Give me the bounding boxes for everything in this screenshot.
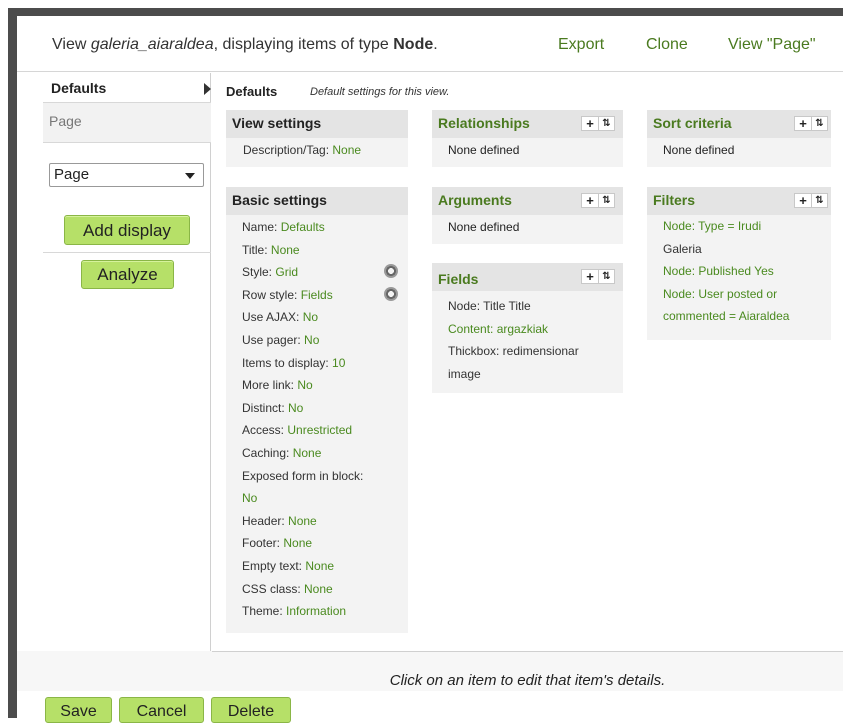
filter-published[interactable]: Node: Published Yes xyxy=(663,260,831,283)
display-type-value: Page xyxy=(54,166,90,183)
add-icon[interactable]: + xyxy=(582,117,599,130)
basic-setting-row[interactable]: Use AJAX: No xyxy=(242,306,408,329)
basic-setting-row[interactable]: No xyxy=(242,487,408,510)
display-sidebar: Defaults Page Page Add display Analyze xyxy=(43,73,211,651)
window-frame-top xyxy=(8,8,843,16)
rearrange-icon[interactable]: ⇅ xyxy=(599,270,614,283)
filter-user-posted[interactable]: Node: User posted or xyxy=(663,283,831,306)
basic-setting-row[interactable]: Row style: Fields xyxy=(242,284,408,307)
relationships-title: Relationships + ⇅ xyxy=(432,110,623,138)
basic-setting-row[interactable]: Theme: Information xyxy=(242,600,408,623)
basic-setting-row[interactable]: Empty text: None xyxy=(242,555,408,578)
analyze-button[interactable]: Analyze xyxy=(81,260,174,289)
filter-node-type-cont[interactable]: Galeria xyxy=(663,238,831,261)
basic-setting-row[interactable]: More link: No xyxy=(242,374,408,397)
rearrange-icon[interactable]: ⇅ xyxy=(812,117,827,130)
gear-icon[interactable] xyxy=(384,264,398,279)
fields-add-rearrange: + ⇅ xyxy=(581,269,615,284)
clone-link[interactable]: Clone xyxy=(646,36,688,54)
description-tag-setting[interactable]: Description/Tag: None xyxy=(243,138,408,162)
basic-setting-row[interactable]: Footer: None xyxy=(242,532,408,555)
sort-criteria-title: Sort criteria + ⇅ xyxy=(647,110,831,138)
tab-page-label: Page xyxy=(49,113,82,129)
settings-panel: Defaults Default settings for this view.… xyxy=(212,73,843,651)
export-link[interactable]: Export xyxy=(558,36,604,54)
sidebar-divider xyxy=(43,252,211,253)
filters-add-rearrange: + ⇅ xyxy=(794,193,828,208)
relationships-none: None defined xyxy=(448,143,520,157)
window-frame-left xyxy=(8,8,17,718)
bottom-bar-left xyxy=(17,651,212,691)
tab-defaults-label: Defaults xyxy=(51,80,107,96)
breadcrumb-title: Defaults xyxy=(226,84,278,99)
fields-box: Fields + ⇅ Node: Title Title Content: ar… xyxy=(432,263,623,393)
basic-setting-row[interactable]: Distinct: No xyxy=(242,397,408,420)
add-display-button[interactable]: Add display xyxy=(64,215,190,245)
add-icon[interactable]: + xyxy=(795,117,812,130)
basic-settings-box: Basic settings Name: Defaults Title: None… xyxy=(226,187,408,633)
view-header: View galeria_aiaraldea, displaying items… xyxy=(17,16,843,72)
view-settings-title: View settings xyxy=(226,110,408,138)
relationships-add-rearrange: + ⇅ xyxy=(581,116,615,131)
basic-setting-row[interactable]: Title: None xyxy=(242,239,408,262)
fields-title: Fields + ⇅ xyxy=(432,263,623,291)
field-thickbox-cont[interactable]: image xyxy=(448,363,623,386)
view-name: galeria_aiaraldea xyxy=(90,36,214,53)
relationships-box: Relationships + ⇅ None defined xyxy=(432,110,623,167)
rearrange-icon[interactable]: ⇅ xyxy=(812,194,827,207)
field-content-argazkiak[interactable]: Content: argazkiak xyxy=(448,318,623,341)
basic-setting-row[interactable]: Exposed form in block: xyxy=(242,465,408,488)
item-type: Node xyxy=(393,36,434,53)
breadcrumb-subtitle: Default settings for this view. xyxy=(310,86,450,98)
sort-criteria-add-rearrange: + ⇅ xyxy=(794,116,828,131)
view-settings-box: View settings Description/Tag: None xyxy=(226,110,408,167)
arguments-add-rearrange: + ⇅ xyxy=(581,193,615,208)
sort-criteria-none: None defined xyxy=(663,143,735,157)
display-type-select[interactable]: Page xyxy=(49,163,204,187)
basic-setting-row[interactable]: Style: Grid xyxy=(242,261,408,284)
basic-setting-row[interactable]: Caching: None xyxy=(242,442,408,465)
delete-button[interactable]: Delete xyxy=(211,697,291,723)
chevron-down-icon xyxy=(185,173,195,179)
filter-user-posted-cont[interactable]: commented = Aiaraldea xyxy=(663,305,831,328)
filters-box: Filters + ⇅ Node: Type = Irudi Galeria N… xyxy=(647,187,831,340)
add-icon[interactable]: + xyxy=(582,194,599,207)
filters-title: Filters + ⇅ xyxy=(647,187,831,215)
gear-icon[interactable] xyxy=(384,286,398,301)
basic-setting-row[interactable]: Name: Defaults xyxy=(242,216,408,239)
arguments-title: Arguments + ⇅ xyxy=(432,187,623,215)
arguments-none: None defined xyxy=(448,220,520,234)
basic-setting-row[interactable]: Access: Unrestricted xyxy=(242,419,408,442)
footer-message: Click on an item to edit that item's det… xyxy=(389,672,666,689)
cancel-button[interactable]: Cancel xyxy=(119,697,204,723)
rearrange-icon[interactable]: ⇅ xyxy=(599,194,614,207)
filter-node-type[interactable]: Node: Type = Irudi xyxy=(663,215,831,238)
view-page-link[interactable]: View "Page" xyxy=(728,36,816,54)
tab-defaults[interactable]: Defaults xyxy=(43,73,211,103)
field-node-title[interactable]: Node: Title Title xyxy=(448,295,623,318)
save-button[interactable]: Save xyxy=(45,697,112,723)
add-icon[interactable]: + xyxy=(795,194,812,207)
basic-setting-row[interactable]: Items to display: 10 xyxy=(242,352,408,375)
rearrange-icon[interactable]: ⇅ xyxy=(599,117,614,130)
view-title: View galeria_aiaraldea, displaying items… xyxy=(52,36,438,53)
tab-page[interactable]: Page xyxy=(43,103,211,143)
basic-setting-row[interactable]: CSS class: None xyxy=(242,578,408,601)
sort-criteria-box: Sort criteria + ⇅ None defined xyxy=(647,110,831,167)
basic-setting-row[interactable]: Use pager: No xyxy=(242,329,408,352)
field-thickbox[interactable]: Thickbox: redimensionar xyxy=(448,340,623,363)
add-icon[interactable]: + xyxy=(582,270,599,283)
arrow-right-icon xyxy=(204,83,211,95)
footer-message-bar: Click on an item to edit that item's det… xyxy=(212,651,843,691)
basic-setting-row[interactable]: Header: None xyxy=(242,510,408,533)
arguments-box: Arguments + ⇅ None defined xyxy=(432,187,623,244)
basic-settings-title: Basic settings xyxy=(226,187,408,215)
